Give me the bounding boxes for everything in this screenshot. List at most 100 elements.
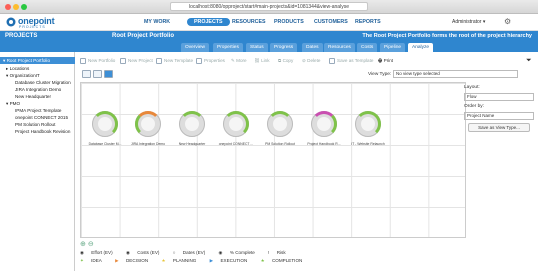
tree-item-pmo[interactable]: ▾ PMO [6, 100, 20, 107]
filter-icon[interactable]: ⏷ [526, 56, 532, 66]
tree-item-ipma-template[interactable]: IPMA Project Template [15, 107, 61, 114]
tab-resources[interactable]: Resources [324, 43, 355, 52]
list-view-button[interactable] [82, 70, 91, 78]
menu-projects[interactable]: PROJECTS [187, 18, 230, 26]
legend-label: Costs (EV) [137, 250, 160, 255]
logo-subtitle: PROJECTS [19, 25, 46, 29]
legend-complete[interactable]: ◉ % Complete [219, 250, 261, 255]
tab-properties[interactable]: Properties [213, 43, 243, 52]
node-label: Project Handbook R... [307, 142, 341, 146]
tree-label: JIRA Integration Demo [15, 87, 62, 92]
properties-button[interactable]: Properties [196, 56, 225, 66]
tree-item-root-portfolio[interactable]: ▾ Root Project Portfolio [0, 57, 75, 64]
tab-bar: Overview Properties Status Progress Date… [0, 42, 538, 52]
save-view-type-button[interactable]: Save as View Type... [468, 123, 530, 132]
node-label: onepoint CONNECT ... [218, 142, 254, 146]
node-label: Database Cluster M... [88, 142, 122, 146]
tab-status[interactable]: Status [246, 43, 268, 52]
zoom-in-icon[interactable]: ⊕ [80, 241, 86, 248]
project-tree: ▾ Root Project Portfolio ▸ Locations ▾ O… [0, 52, 75, 271]
tab-costs[interactable]: Costs [357, 43, 378, 52]
project-node[interactable]: onepoint CONNECT ... [217, 111, 255, 151]
tree-item-organization-it[interactable]: ▾ OrganizationIT [6, 72, 40, 79]
tree-label: IPMA Project Template [15, 108, 62, 113]
menu-my-work[interactable]: MY WORK [144, 19, 170, 25]
analyze-view-button[interactable] [104, 70, 113, 78]
link-button[interactable]: ⛓ Link [254, 56, 270, 66]
button-label: New Project [128, 58, 153, 63]
node-label: JIRA Integration Demo [130, 142, 166, 146]
project-node[interactable]: Database Cluster M... [86, 111, 124, 151]
order-by-select[interactable]: Project Name [464, 112, 534, 120]
button-label: Copy [282, 58, 294, 63]
completion-icon: ★ [260, 258, 266, 263]
menu-resources[interactable]: RESOURCES [232, 19, 266, 25]
planning-icon: ★ [161, 258, 167, 263]
save-as-template-button[interactable]: Save as Template [329, 56, 373, 66]
folder-icon [80, 57, 86, 64]
user-menu[interactable]: Administrator ▾ [452, 19, 485, 25]
tree-item-database-cluster[interactable]: Database Cluster Migration [15, 79, 71, 86]
decision-icon: ▶ [115, 258, 120, 263]
project-node[interactable]: IT - Website Relaunch [349, 111, 387, 151]
tab-dates[interactable]: Dates [302, 43, 323, 52]
tree-label: onepoint CONNECT 2015 [15, 115, 69, 120]
menu-customers[interactable]: CUSTOMERS [314, 19, 348, 25]
new-project-button[interactable]: New Project [120, 56, 153, 66]
analysis-canvas[interactable]: Database Cluster M... JIRA Integration D… [80, 82, 466, 238]
project-node[interactable]: JIRA Integration Demo [129, 111, 167, 151]
new-portfolio-button[interactable]: New Portfolio [80, 56, 115, 66]
view-type-select[interactable]: No view type selected [393, 70, 518, 78]
tree-item-jira-demo[interactable]: JIRA Integration Demo [15, 86, 61, 93]
toolbar: New Portfolio New Project New Template P… [76, 56, 538, 66]
button-label: New Template [164, 58, 194, 63]
status-ring [223, 111, 249, 137]
page-title: Root Project Portfolio [112, 33, 174, 39]
menu-reports[interactable]: REPORTS [355, 19, 381, 25]
legend-dates[interactable]: ○ Dates (EV) [173, 250, 212, 255]
ring-center [229, 117, 243, 131]
radio-icon: ◉ [125, 250, 132, 255]
button-label: Delete [307, 58, 321, 63]
tab-pipeline[interactable]: Pipeline [380, 43, 406, 52]
menu-products[interactable]: PRODUCTS [274, 19, 304, 25]
phase-decision: ▶ DECISION [115, 258, 154, 263]
address-bar[interactable]: localhost:8080/opproject/start#main-proj… [170, 2, 368, 11]
maximize-window-icon[interactable] [21, 4, 27, 10]
layout-select[interactable]: Flow [464, 93, 534, 101]
legend-effort[interactable]: ◉ Effort (EV) [80, 250, 119, 255]
project-node[interactable]: PM Solution Rollout [261, 111, 299, 151]
minimize-window-icon[interactable] [13, 4, 19, 10]
tab-analyze[interactable]: Analyze [408, 43, 434, 52]
gear-icon[interactable]: ⚙ [504, 17, 511, 26]
phase-completion: ★ COMPLETION [261, 258, 309, 263]
tree-view-button[interactable] [93, 70, 102, 78]
tree-item-locations[interactable]: ▸ Locations [6, 65, 29, 72]
copy-button[interactable]: ⧉ Copy [278, 56, 293, 66]
project-node[interactable]: New Headquarter [173, 111, 211, 151]
tree-item-handbook-revision[interactable]: Project Handbook Revision [15, 128, 70, 135]
more-button[interactable]: ✎ More [231, 56, 247, 66]
tree-item-onepoint-connect[interactable]: onepoint CONNECT 2015 [15, 114, 68, 121]
ring-center [141, 117, 155, 131]
zoom-out-icon[interactable]: ⊖ [88, 241, 94, 248]
tab-progress[interactable]: Progress [270, 43, 298, 52]
tree-item-new-headquarter[interactable]: New Headquarter [15, 93, 51, 100]
tab-overview[interactable]: Overview [181, 43, 209, 52]
new-template-button[interactable]: New Template [156, 56, 193, 66]
tree-item-pm-solution[interactable]: PM Solution Rollout [15, 121, 55, 128]
print-button[interactable]: 🖶 Print [378, 56, 393, 66]
tree-label: PM Solution Rollout [15, 122, 56, 127]
radio-icon: ◉ [80, 250, 86, 255]
project-node[interactable]: Project Handbook R... [305, 111, 343, 151]
view-type-label: View Type: [368, 72, 392, 77]
delete-button[interactable]: ⊘ Delete [302, 56, 320, 66]
legend-risk[interactable]: ! Risk [268, 250, 292, 255]
zoom-controls: ⊕ ⊖ [80, 240, 94, 248]
button-label: Save as Template [337, 58, 374, 63]
browser-chrome: localhost:8080/opproject/start#main-proj… [0, 0, 538, 14]
tree-label: New Headquarter [15, 94, 52, 99]
legend-costs[interactable]: ◉ Costs (EV) [126, 250, 166, 255]
node-label: PM Solution Rollout [265, 142, 295, 146]
close-window-icon[interactable] [5, 4, 11, 10]
